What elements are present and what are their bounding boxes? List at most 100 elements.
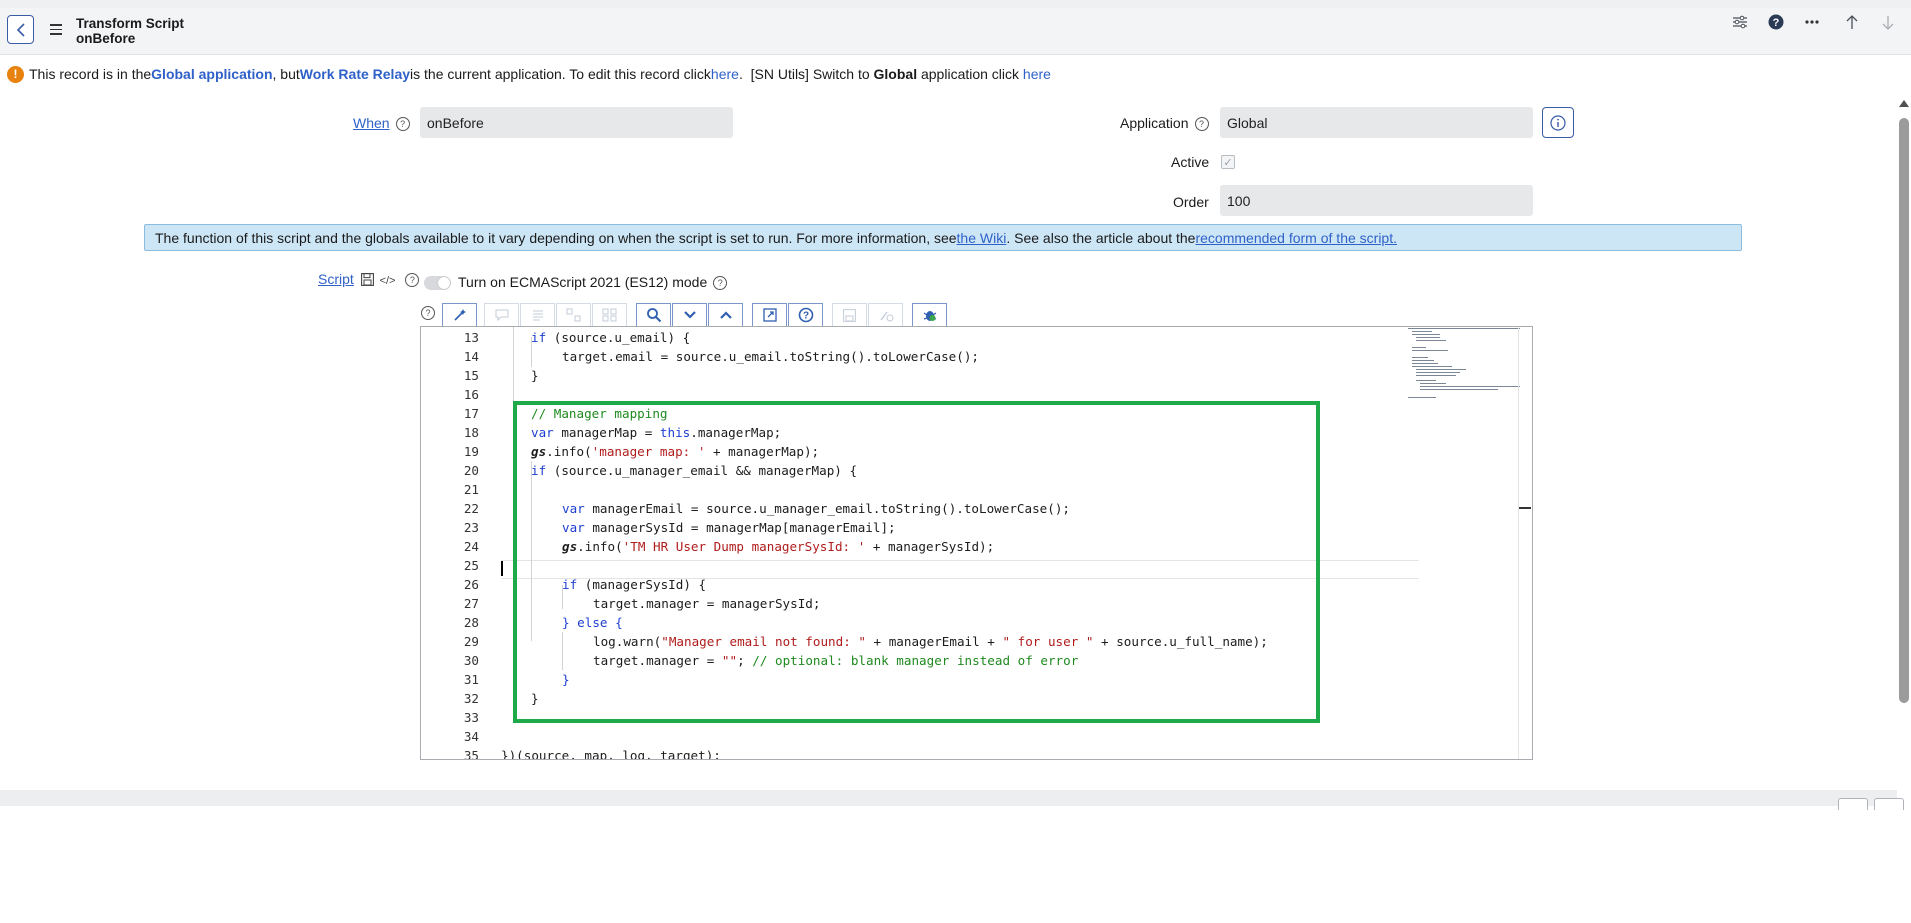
info-icon bbox=[1550, 114, 1566, 131]
recommended-form-link[interactable]: recommended form of the script. bbox=[1195, 230, 1397, 246]
scroll-top-button[interactable] bbox=[1838, 798, 1868, 810]
code-line-22: var managerEmail = source.u_manager_emai… bbox=[562, 501, 1071, 516]
scrollbar-thumb[interactable] bbox=[1899, 118, 1909, 703]
indent-guide bbox=[562, 632, 563, 670]
line-number: 30 bbox=[463, 653, 479, 668]
code-line-35: })(source, map, log, target); bbox=[501, 748, 721, 760]
uncomment-button[interactable] bbox=[520, 303, 555, 327]
code-tags-icon[interactable]: </> bbox=[380, 275, 396, 287]
chevron-down-icon bbox=[683, 311, 696, 319]
save-icon bbox=[843, 308, 856, 322]
application-info-button[interactable] bbox=[1542, 107, 1574, 138]
replace-button[interactable] bbox=[556, 303, 591, 327]
svg-text:?: ? bbox=[802, 311, 808, 322]
arrow-up-icon[interactable] bbox=[1841, 8, 1863, 36]
code-line-32: } bbox=[531, 691, 539, 706]
save-script-button[interactable] bbox=[832, 303, 867, 327]
code-line-29: log.warn("Manager email not found: " + m… bbox=[593, 634, 1268, 649]
line-number: 28 bbox=[463, 615, 479, 630]
lines-icon bbox=[532, 310, 543, 321]
scroll-bottom-button[interactable] bbox=[1874, 798, 1904, 810]
order-label: Order bbox=[1173, 194, 1209, 210]
arrow-down-icon[interactable] bbox=[1877, 8, 1899, 36]
switch-here-link[interactable]: here bbox=[1023, 66, 1051, 82]
bug-icon bbox=[923, 311, 936, 321]
help-circle-icon: ? bbox=[798, 307, 813, 323]
code-line-31: } bbox=[562, 672, 570, 687]
help-circle-icon[interactable]: ? bbox=[395, 117, 410, 132]
help-circle-icon[interactable]: ? bbox=[1194, 117, 1209, 132]
back-button[interactable] bbox=[7, 15, 34, 44]
fullscreen-button[interactable] bbox=[752, 303, 787, 327]
magic-wand-icon bbox=[453, 309, 466, 321]
find-next-button[interactable] bbox=[672, 303, 707, 327]
find-previous-button[interactable] bbox=[708, 303, 743, 327]
scroll-up-arrow-icon[interactable] bbox=[1899, 100, 1909, 107]
wiki-link[interactable]: the Wiki bbox=[957, 230, 1007, 246]
es12-toggle[interactable] bbox=[424, 276, 451, 290]
code-editor[interactable]: 13 14 15 16 17 18 19 20 21 22 23 24 25 26 27 28 29 30 31 32… bbox=[420, 326, 1533, 760]
more-options-icon[interactable] bbox=[1801, 8, 1823, 36]
order-value: 100 bbox=[1227, 192, 1251, 209]
line-number: 25 bbox=[463, 558, 479, 573]
replace-all-icon bbox=[602, 308, 616, 322]
info-text: . [SN Utils] Switch to bbox=[738, 66, 874, 82]
format-code-button[interactable] bbox=[442, 303, 477, 327]
help-circle-icon[interactable]: ? bbox=[713, 276, 728, 291]
code-line-20: if (source.u_manager_email && managerMap… bbox=[531, 463, 858, 478]
line-number: 18 bbox=[463, 425, 479, 440]
search-icon bbox=[646, 308, 661, 323]
notice-text: . See also the article about the bbox=[1006, 229, 1196, 246]
editor-help-icon[interactable]: ? bbox=[421, 306, 435, 320]
order-field[interactable]: 100 bbox=[1220, 185, 1533, 216]
when-label-wrap: When? bbox=[353, 115, 410, 132]
page-scrollbar[interactable] bbox=[1897, 96, 1911, 798]
application-field[interactable]: Global bbox=[1220, 107, 1533, 138]
notice-text: The function of this script and the glob… bbox=[155, 229, 957, 246]
replace-all-button[interactable] bbox=[592, 303, 627, 327]
es12-toggle-label: Turn on ECMAScript 2021 (ES12) mode bbox=[458, 274, 708, 290]
line-number: 19 bbox=[463, 444, 479, 459]
line-number: 31 bbox=[463, 672, 479, 687]
expand-icon bbox=[762, 308, 777, 322]
line-number: 35 bbox=[463, 748, 479, 760]
when-field[interactable]: onBefore bbox=[420, 107, 733, 138]
work-rate-relay-link[interactable]: Work Rate Relay bbox=[300, 66, 410, 82]
save-icon[interactable] bbox=[360, 273, 374, 286]
title-table-name: Transform Script bbox=[76, 16, 185, 31]
code-line-19: gs.info('manager map: ' + managerMap); bbox=[531, 444, 820, 459]
svg-text:?: ? bbox=[1773, 17, 1780, 29]
info-text: is the current application. To edit this… bbox=[410, 66, 711, 82]
line-number: 33 bbox=[463, 710, 479, 725]
sliders-icon[interactable] bbox=[1729, 8, 1751, 36]
application-label: Application bbox=[1120, 115, 1189, 131]
syntax-check-button[interactable] bbox=[868, 303, 903, 327]
search-button[interactable] bbox=[636, 303, 671, 327]
active-checkbox[interactable]: ✓ bbox=[1221, 155, 1235, 169]
editor-scroll-separator bbox=[1518, 327, 1519, 759]
script-debugger-button[interactable] bbox=[912, 303, 947, 327]
when-value: onBefore bbox=[427, 114, 484, 131]
line-number: 23 bbox=[463, 520, 479, 535]
top-strip bbox=[0, 0, 1911, 8]
footer-strip bbox=[0, 790, 1897, 806]
line-number: 13 bbox=[463, 330, 479, 345]
info-text: , but bbox=[272, 66, 300, 82]
edit-here-link[interactable]: here bbox=[711, 66, 739, 82]
global-application-link[interactable]: Global application bbox=[151, 66, 272, 82]
help-icon[interactable]: ? bbox=[1765, 8, 1787, 36]
hamburger-menu-icon[interactable] bbox=[50, 24, 62, 38]
code-minimap[interactable] bbox=[1406, 327, 1532, 407]
help-circle-icon[interactable]: ? bbox=[405, 273, 420, 288]
code-line-14: target.email = source.u_email.toString()… bbox=[562, 349, 980, 364]
script-label[interactable]: Script bbox=[318, 271, 354, 287]
info-text: application click bbox=[917, 66, 1023, 82]
code-line-26: if (managerSysId) { bbox=[562, 577, 707, 592]
code-line-13: if (source.u_email) { bbox=[531, 330, 691, 345]
record-header: Transform Script onBefore ? bbox=[0, 8, 1911, 55]
when-label[interactable]: When bbox=[353, 115, 390, 131]
line-number: 34 bbox=[463, 729, 479, 744]
comment-button[interactable] bbox=[484, 303, 519, 327]
script-help-button[interactable]: ? bbox=[788, 303, 823, 327]
application-label-wrap: Application? bbox=[1120, 115, 1209, 132]
